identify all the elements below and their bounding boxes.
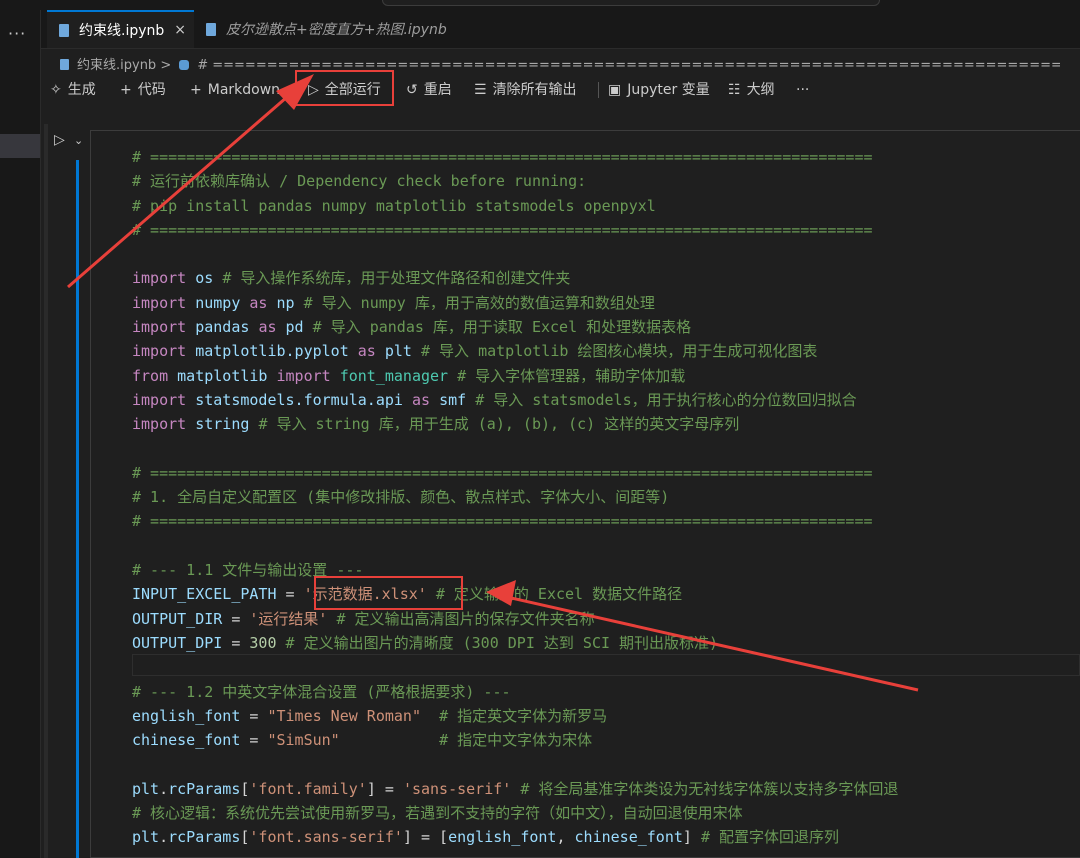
arrow-line-to-run-all <box>67 82 303 289</box>
arrow-line-to-excel-path <box>497 593 919 692</box>
arrowhead <box>486 580 516 606</box>
arrowhead <box>276 74 314 110</box>
annotation-arrows <box>67 74 919 692</box>
